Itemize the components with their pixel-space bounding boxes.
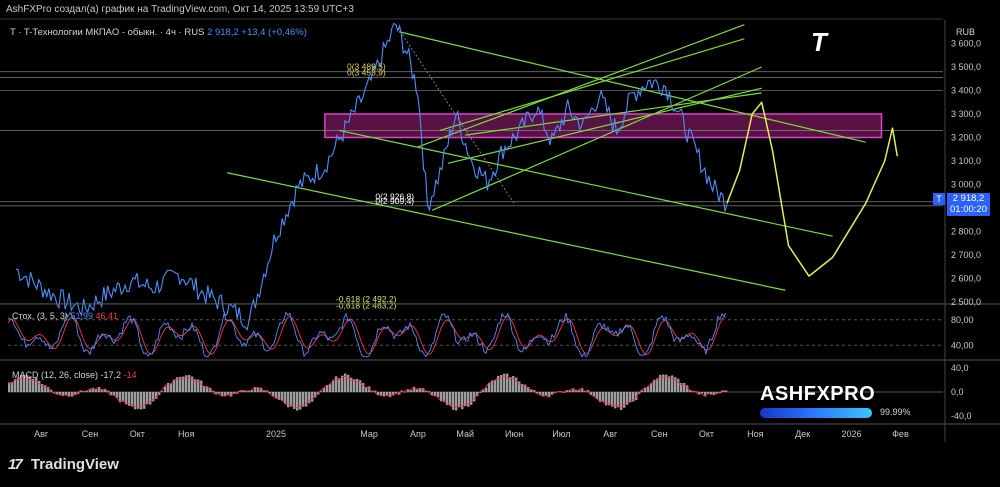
- price-tick-label: 3 400,0: [951, 86, 981, 96]
- price-tick-label: 3 600,0: [951, 39, 981, 49]
- stoch-label: Стох. (3, 5, 3): [12, 311, 68, 321]
- fib-label: 0(2 909,4): [375, 196, 414, 206]
- x-tick-label: 2025: [266, 429, 286, 439]
- watermark-percent: 99.99%: [880, 407, 911, 417]
- price-tick-label: 3 100,0: [951, 156, 981, 166]
- x-tick-label: Июл: [552, 429, 570, 439]
- horizontal-levels: [0, 71, 943, 305]
- stoch-legend: Стох. (3, 5, 3) 51,99 46,41: [12, 311, 118, 321]
- chart-frame: AshFXPro создал(а) график на TradingView…: [0, 0, 1000, 487]
- ticker-badge: T: [811, 27, 827, 57]
- tradingview-name: TradingView: [30, 456, 119, 473]
- x-tick-label: Сен: [651, 429, 668, 439]
- x-tick-label: Сен: [82, 429, 99, 439]
- current-price-marker: T: [933, 193, 945, 205]
- price-tick-label: 3 300,0: [951, 109, 981, 119]
- channel-line: [338, 129, 833, 237]
- stoch-panel: [7, 311, 943, 358]
- fib-label: 0(3 453,9): [347, 68, 386, 78]
- price-tick-label: 2 800,0: [951, 227, 981, 237]
- macd-tick-label: -40,0: [951, 411, 972, 421]
- legend-price: 2 918,2: [207, 27, 239, 38]
- watermark-text: ASHFXPRO: [760, 383, 876, 405]
- price-tick-label: 3 500,0: [951, 62, 981, 72]
- x-tick-label: Мар: [360, 429, 378, 439]
- stoch-tick-label: 40,00: [951, 340, 974, 350]
- x-tick-label: 2026: [842, 429, 862, 439]
- price-tick-label: 2 500,0: [951, 297, 981, 307]
- x-tick-label: Ноя: [178, 429, 195, 439]
- x-tick-label: Окт: [699, 429, 714, 439]
- tradingview-logo-icon: 17: [8, 456, 23, 473]
- x-tick-label: Май: [456, 429, 474, 439]
- tradingview-brand[interactable]: 17 TradingView: [8, 456, 119, 473]
- x-tick-label: Авг: [603, 429, 618, 439]
- x-tick-label: Фев: [892, 429, 909, 439]
- stoch-d-value: 46,41: [95, 311, 119, 321]
- x-tick-label: Июн: [505, 429, 523, 439]
- price-tick-label: 3 000,0: [951, 180, 981, 190]
- x-tick-label: Ноя: [747, 429, 764, 439]
- watermark-progress-bar: [760, 408, 872, 418]
- macd-tick-label: 0,0: [951, 387, 964, 397]
- x-tick-label: Дек: [795, 429, 810, 439]
- stoch-k-value: 51,99: [70, 311, 93, 321]
- macd-legend: MACD (12, 26, close) -17,2 -14: [12, 370, 137, 380]
- trend-channels: [227, 24, 866, 291]
- macd-signal-value: -14: [123, 370, 137, 380]
- price-tick-label: 2 600,0: [951, 274, 981, 284]
- currency-label[interactable]: RUB: [956, 27, 975, 37]
- current-price-box: 2 918,2 01:00:20: [947, 193, 990, 216]
- price-tick-label: 2 700,0: [951, 250, 981, 260]
- chart-legend: T · T-Технологии МКПАО - обыкн. · 4ч · R…: [10, 27, 307, 38]
- fib-labels: 0(3 489,5)0(3 453,9)0(2 926,8)0(2 909,4)…: [336, 62, 414, 311]
- stoch-tick-label: 80,00: [951, 315, 974, 325]
- macd-value: -17,2: [100, 370, 122, 380]
- price-tick-label: 3 200,0: [951, 133, 981, 143]
- legend-symbol: T · T-Технологии МКПАО - обыкн. · 4ч · R…: [10, 27, 205, 38]
- macd-bar: [725, 390, 728, 392]
- legend-change: +13,4 (+0,46%): [241, 27, 307, 38]
- current-price-countdown: 01:00:20: [950, 204, 987, 215]
- fib-label: -0,618 (2 463,2): [336, 301, 397, 311]
- current-price-value: 2 918,2: [952, 193, 985, 204]
- channel-line: [227, 172, 786, 291]
- x-tick-label: Авг: [34, 429, 49, 439]
- macd-tick-label: 40,0: [951, 363, 969, 373]
- x-tick-label: Апр: [410, 429, 426, 439]
- x-tick-label: Окт: [130, 429, 145, 439]
- macd-label: MACD (12, 26, close): [12, 370, 99, 380]
